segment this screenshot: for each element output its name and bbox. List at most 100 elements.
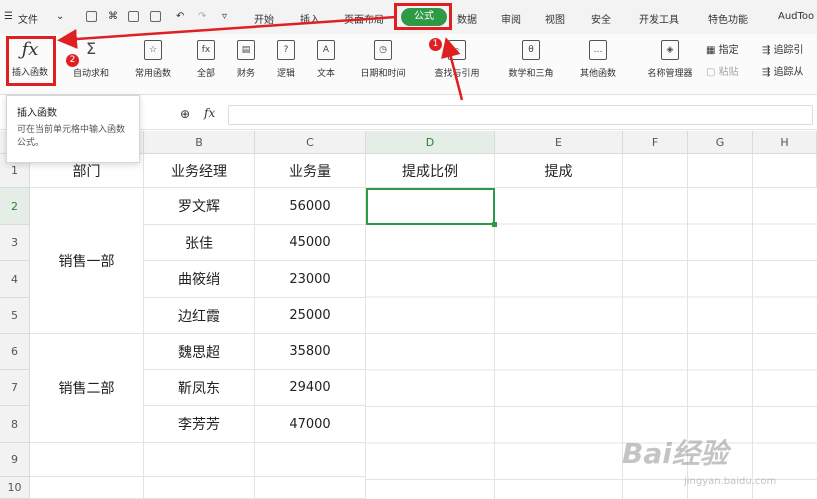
financial-button[interactable]: ▤ 财务 [228,40,264,79]
question-book-icon: ? [277,40,295,60]
chevron-down-icon[interactable]: ⌄ [56,11,64,22]
baidu-watermark: Bai经验 jingyan.baidu.com [622,432,812,496]
step-badge-2: 2 [66,54,79,67]
cell-b1[interactable]: 业务经理 [144,154,255,188]
cell-h1[interactable] [753,154,817,188]
formula-input[interactable] [228,105,813,125]
trace-dep-icon: ⇶ [762,67,774,78]
cell-c1[interactable]: 业务量 [255,154,366,188]
paste-name-button[interactable]: ▢ 粘贴 [706,63,739,78]
cell-b6[interactable]: 魏思超 [144,334,255,370]
name-manager-button[interactable]: ◈ 名称管理器 [640,40,700,79]
undo-icon[interactable]: ↶ [176,11,184,22]
text-a-icon: A [317,40,335,60]
row-header-5[interactable]: 5 [0,298,30,334]
cell-e1[interactable]: 提成 [495,154,623,188]
row-header-10[interactable]: 10 [0,477,30,499]
menu-bar: ☰ 文件 ⌄ ⌘ ↶ ↷ ▿ 开始 插入 页面布局 公式 数据 审阅 视图 安全… [0,0,817,35]
cell-c9[interactable] [255,443,366,477]
format-painter-icon[interactable]: ⌘ [108,11,118,22]
tag-icon: ◈ [661,40,679,60]
watermark-brand: Bai经验 [622,437,728,470]
column-header-g[interactable]: G [688,131,753,154]
trace-dependents-button[interactable]: ⇶ 追踪从 [762,63,804,78]
tab-security[interactable]: 安全 [591,11,611,26]
column-header-c[interactable]: C [255,131,366,154]
cell-b3[interactable]: 张佳 [144,225,255,261]
cell-c5[interactable]: 25000 [255,298,366,334]
row-header-6[interactable]: 6 [0,334,30,370]
search-book-icon: ⌕ [448,40,466,60]
trace-precedents-button[interactable]: ⇶ 追踪引 [762,41,804,56]
cell-c8[interactable]: 47000 [255,406,366,443]
cell-b5[interactable]: 边红霞 [144,298,255,334]
row-header-4[interactable]: 4 [0,261,30,298]
zoom-search-icon[interactable]: ⊕ [180,107,190,121]
cell-a10[interactable] [30,477,144,499]
math-book-icon: θ [522,40,540,60]
more-functions-button[interactable]: … 其他函数 [570,40,626,79]
tab-special[interactable]: 特色功能 [708,11,748,26]
cell-b10[interactable] [144,477,255,499]
tab-developer[interactable]: 开发工具 [639,11,679,26]
cell-c4[interactable]: 23000 [255,261,366,298]
row-header-7[interactable]: 7 [0,370,30,406]
save-icon[interactable] [86,11,97,22]
cell-c10[interactable] [255,477,366,499]
text-button[interactable]: A 文本 [308,40,344,79]
preview-icon[interactable] [150,11,161,22]
cell-group-2[interactable]: 销售二部 [30,334,144,443]
tab-audtools[interactable]: AudToo [778,11,814,22]
cell-b7[interactable]: 靳凤东 [144,370,255,406]
math-trig-button[interactable]: θ 数学和三角 [498,40,564,79]
row-header-3[interactable]: 3 [0,225,30,261]
cell-c3[interactable]: 45000 [255,225,366,261]
row-header-9[interactable]: 9 [0,443,30,477]
cell-b9[interactable] [144,443,255,477]
cell-g1[interactable] [688,154,753,188]
grid-icon: ▦ [706,45,719,56]
datetime-button[interactable]: ◷ 日期和时间 [350,40,416,79]
tab-view[interactable]: 视图 [545,11,565,26]
logical-button[interactable]: ? 逻辑 [268,40,304,79]
more-book-icon: … [589,40,607,60]
row-header-8[interactable]: 8 [0,406,30,443]
column-header-d[interactable]: D [366,131,495,154]
column-header-h[interactable]: H [753,131,817,154]
tab-home[interactable]: 开始 [254,11,274,26]
print-icon[interactable] [128,11,139,22]
tab-review[interactable]: 审阅 [501,11,521,26]
column-header-f[interactable]: F [623,131,688,154]
customize-icon[interactable]: ▿ [222,11,227,22]
formula-tab-highlight [394,3,452,30]
cell-f1[interactable] [623,154,688,188]
file-menu[interactable]: 文件 [18,11,38,26]
clock-book-icon: ◷ [374,40,392,60]
cell-c6[interactable]: 35800 [255,334,366,370]
cell-b4[interactable]: 曲筱绡 [144,261,255,298]
cell-a9[interactable] [30,443,144,477]
tab-page-layout[interactable]: 页面布局 [344,11,384,26]
common-functions-button[interactable]: ☆ 常用函数 [126,40,180,79]
all-functions-button[interactable]: fx 全部 [186,40,226,79]
tab-data[interactable]: 数据 [457,11,477,26]
redo-icon[interactable]: ↷ [198,11,206,22]
book-icon: ▤ [237,40,255,60]
cell-d1[interactable]: 提成比例 [366,154,495,188]
tab-insert[interactable]: 插入 [300,11,320,26]
cell-c7[interactable]: 29400 [255,370,366,406]
function-box-icon: fx [197,40,215,60]
row-header-2[interactable]: 2 [0,188,30,225]
cell-group-1[interactable]: 销售一部 [30,188,144,334]
sigma-icon: Σ [85,39,97,58]
star-function-icon: ☆ [144,40,162,60]
hamburger-icon[interactable]: ☰ [4,11,13,22]
cell-b2[interactable]: 罗文辉 [144,188,255,225]
column-header-b[interactable]: B [144,131,255,154]
column-header-e[interactable]: E [495,131,623,154]
cell-b8[interactable]: 李芳芳 [144,406,255,443]
active-cell-d2[interactable] [366,188,497,227]
fx-label[interactable]: fx [204,106,215,120]
cell-c2[interactable]: 56000 [255,188,366,225]
define-name-button[interactable]: ▦ 指定 [706,41,739,56]
